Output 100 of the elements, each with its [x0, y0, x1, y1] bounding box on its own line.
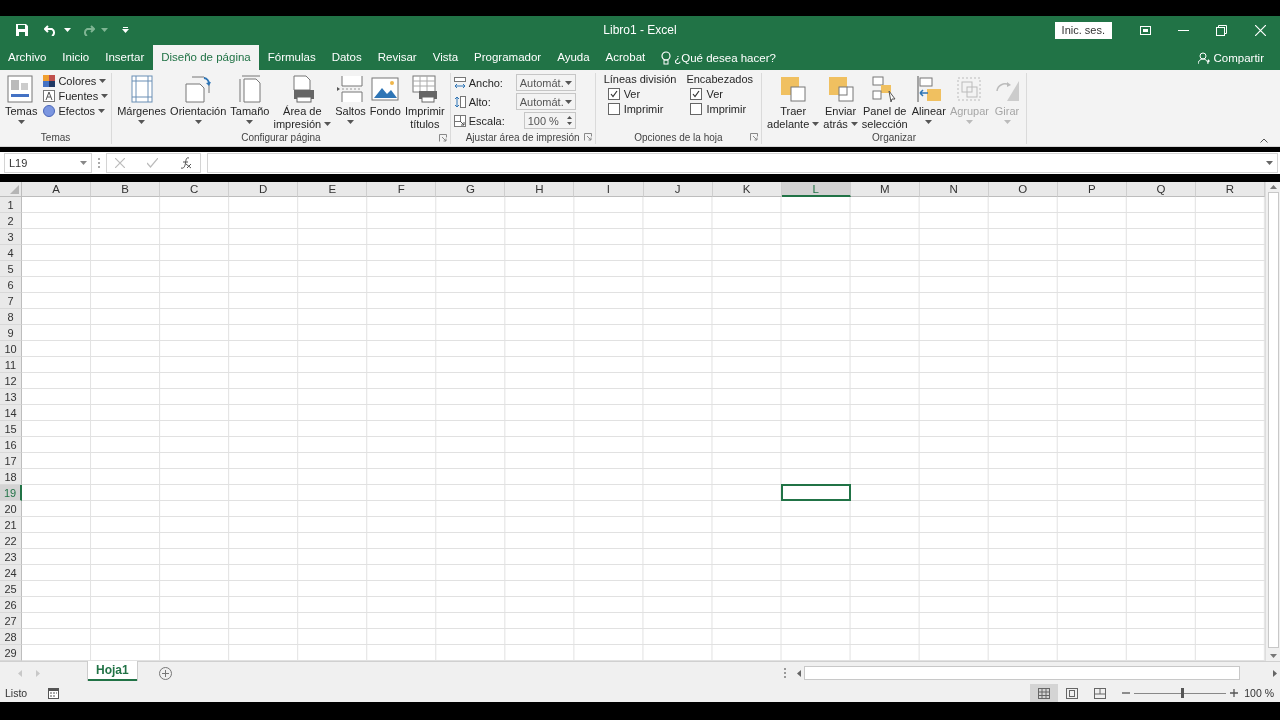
macro-record-icon[interactable]: [48, 687, 60, 699]
row-header[interactable]: 7: [0, 293, 22, 309]
margins-button[interactable]: Márgenes: [115, 73, 169, 128]
column-header[interactable]: A: [22, 182, 92, 197]
ribbon-display-icon[interactable]: [1139, 24, 1151, 36]
row-header[interactable]: 3: [0, 229, 22, 245]
scrollbar-thumb[interactable]: [804, 666, 1240, 680]
column-header[interactable]: H: [505, 182, 575, 197]
column-header[interactable]: G: [436, 182, 506, 197]
background-picture-button[interactable]: Fondo: [367, 73, 403, 118]
row-header[interactable]: 16: [0, 437, 22, 453]
row-header[interactable]: 14: [0, 405, 22, 421]
row-header[interactable]: 6: [0, 277, 22, 293]
row-header[interactable]: 26: [0, 597, 22, 613]
orientation-button[interactable]: Orientación: [168, 73, 229, 128]
column-header[interactable]: E: [298, 182, 368, 197]
checkbox-label[interactable]: Ver: [623, 88, 641, 100]
column-header[interactable]: P: [1057, 182, 1127, 197]
zoom-in-icon[interactable]: [1230, 689, 1239, 697]
ribbon-tab[interactable]: Ayuda: [549, 45, 598, 70]
dialog-launcher-icon[interactable]: [750, 133, 759, 141]
checkbox-box[interactable]: [607, 103, 620, 115]
ribbon-tab[interactable]: Revisar: [369, 45, 425, 70]
column-header[interactable]: D: [229, 182, 299, 197]
ribbon-tab[interactable]: Diseño de página: [153, 45, 259, 70]
column-header[interactable]: L: [781, 182, 851, 197]
collapse-ribbon-icon[interactable]: [1260, 138, 1268, 143]
column-header[interactable]: B: [91, 182, 161, 197]
ribbon-tab[interactable]: Programador: [466, 45, 550, 70]
ribbon-tab[interactable]: Vista: [424, 45, 467, 70]
column-header[interactable]: I: [574, 182, 644, 197]
send-backward-button[interactable]: Enviar atrás: [821, 73, 860, 131]
row-header[interactable]: 28: [0, 629, 22, 645]
save-icon[interactable]: [16, 24, 28, 36]
checkbox-label[interactable]: Ver: [706, 88, 723, 100]
selection-pane-button[interactable]: Panel de selección: [859, 73, 910, 131]
scroll-left-icon[interactable]: [797, 669, 801, 677]
scroll-right-icon[interactable]: [1273, 669, 1277, 677]
column-header[interactable]: O: [988, 182, 1058, 197]
ribbon-tab[interactable]: Acrobat: [597, 45, 654, 70]
font-button[interactable]: Fuentes: [43, 90, 109, 102]
share-button[interactable]: Compartir: [1197, 45, 1280, 70]
bring-forward-button[interactable]: Traer adelante: [765, 73, 822, 131]
customize-icon[interactable]: [122, 27, 129, 33]
checkbox-box[interactable]: [690, 88, 703, 100]
print-area-button[interactable]: Área de impresión: [271, 73, 334, 131]
tell-me-search[interactable]: ¿Qué desea hacer?: [674, 51, 776, 64]
row-header[interactable]: 20: [0, 501, 22, 517]
themes-button[interactable]: Temas: [3, 73, 40, 128]
row-header[interactable]: 19: [0, 485, 22, 501]
row-header[interactable]: 12: [0, 373, 22, 389]
scroll-down-icon[interactable]: [1269, 654, 1277, 658]
insert-function-icon[interactable]: [180, 157, 192, 169]
normal-view-button[interactable]: [1030, 684, 1059, 702]
column-header[interactable]: C: [160, 182, 230, 197]
redo-icon[interactable]: [81, 24, 95, 36]
row-header[interactable]: 24: [0, 565, 22, 581]
cell-cursor[interactable]: [780, 484, 851, 501]
undo-icon[interactable]: [44, 24, 58, 36]
print-titles-button[interactable]: Imprimir títulos: [402, 73, 447, 131]
color-palette-button[interactable]: Colores: [43, 75, 109, 87]
row-header[interactable]: 11: [0, 357, 22, 373]
row-header[interactable]: 17: [0, 453, 22, 469]
ribbon-tab[interactable]: Fórmulas: [259, 45, 324, 70]
ribbon-tab[interactable]: Datos: [323, 45, 370, 70]
row-header[interactable]: 21: [0, 517, 22, 533]
row-header[interactable]: 1: [0, 197, 22, 213]
row-header[interactable]: 8: [0, 309, 22, 325]
row-header[interactable]: 18: [0, 469, 22, 485]
zoom-level[interactable]: 100 %: [1244, 687, 1274, 699]
close-icon[interactable]: [1254, 24, 1266, 36]
checkbox-label[interactable]: Imprimir: [623, 103, 664, 115]
formula-input[interactable]: [207, 153, 1278, 173]
row-header[interactable]: 5: [0, 261, 22, 277]
add-sheet-icon[interactable]: [158, 667, 172, 680]
scrollbar-thumb[interactable]: [1267, 192, 1279, 648]
column-header[interactable]: K: [712, 182, 782, 197]
row-header[interactable]: 29: [0, 645, 22, 661]
row-header[interactable]: 10: [0, 341, 22, 357]
column-header[interactable]: F: [367, 182, 437, 197]
align-button[interactable]: Alinear: [909, 73, 948, 128]
expand-icon[interactable]: [1266, 161, 1273, 165]
name-box[interactable]: L19: [4, 153, 92, 173]
checkbox-box[interactable]: [690, 103, 703, 115]
row-header[interactable]: 23: [0, 549, 22, 565]
row-header[interactable]: 25: [0, 581, 22, 597]
dialog-launcher-icon[interactable]: [583, 133, 592, 141]
zoom-out-icon[interactable]: [1122, 689, 1131, 697]
column-header[interactable]: M: [850, 182, 920, 197]
dropdown-field[interactable]: Automát.: [515, 74, 576, 91]
checkbox-label[interactable]: Imprimir: [706, 103, 747, 115]
ribbon-tab[interactable]: Inicio: [54, 45, 98, 70]
ribbon-tab[interactable]: Archivo: [0, 45, 55, 70]
ribbon-tab[interactable]: Insertar: [97, 45, 153, 70]
column-header[interactable]: R: [1195, 182, 1265, 197]
row-header[interactable]: 13: [0, 389, 22, 405]
page-break-button[interactable]: Saltos: [333, 73, 368, 128]
sheet-tab[interactable]: Hoja1: [88, 661, 137, 681]
dropdown-field[interactable]: Automát.: [515, 93, 576, 110]
column-header[interactable]: J: [643, 182, 713, 197]
